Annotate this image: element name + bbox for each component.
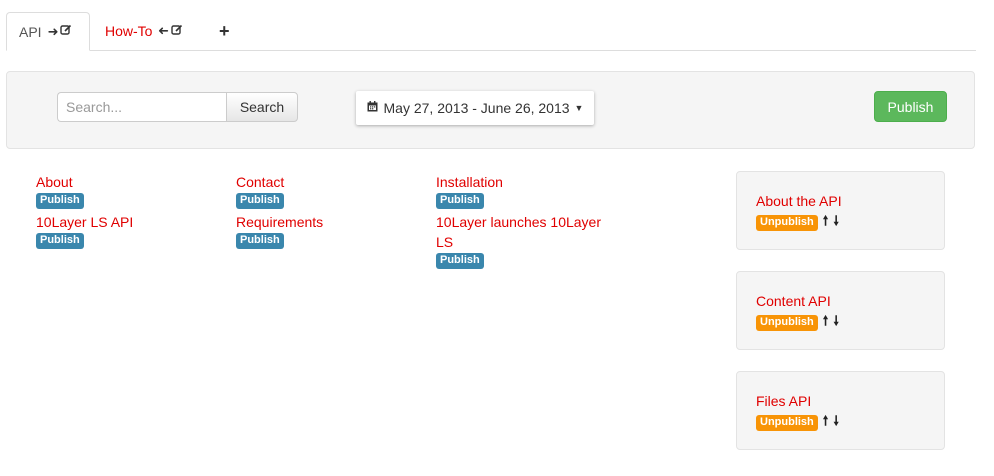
- search-input[interactable]: [57, 92, 226, 122]
- arrow-right-icon[interactable]: ➜: [48, 24, 59, 40]
- search-form: Search: [57, 92, 298, 122]
- date-range-picker[interactable]: May 27, 2013 - June 26, 2013 ▼: [356, 91, 594, 125]
- add-tab-button[interactable]: +: [207, 12, 242, 50]
- page-link[interactable]: About: [36, 172, 226, 192]
- date-range-text: May 27, 2013 - June 26, 2013: [383, 100, 570, 116]
- arrow-down-icon[interactable]: 🠗: [833, 412, 839, 434]
- list-item: 10Layer LS API Publish: [36, 212, 226, 252]
- publish-button[interactable]: Publish: [874, 91, 947, 122]
- tab-api-label: API: [19, 23, 42, 40]
- list-item: 10Layer launches 10Layer LS Publish: [436, 212, 616, 272]
- page-link[interactable]: Files API: [756, 392, 925, 410]
- page-column-3: Installation Publish 10Layer launches 10…: [436, 172, 616, 272]
- page-link[interactable]: Contact: [236, 172, 426, 192]
- calendar-icon: [367, 101, 378, 115]
- unpublish-badge[interactable]: Unpublish: [756, 215, 818, 231]
- tab-api[interactable]: API ➜: [6, 12, 90, 51]
- list-item: Installation Publish: [436, 172, 616, 212]
- arrow-left-icon[interactable]: ➜: [158, 23, 169, 39]
- page-column-2: Contact Publish Requirements Publish: [236, 172, 426, 252]
- edit-icon[interactable]: [171, 24, 183, 39]
- tab-how-to[interactable]: How-To ➜: [93, 12, 195, 50]
- list-item: Contact Publish: [236, 172, 426, 212]
- publish-badge[interactable]: Publish: [36, 233, 84, 249]
- publish-badge[interactable]: Publish: [236, 193, 284, 209]
- panel-actions: Unpublish 🠕 🠗: [756, 312, 925, 334]
- unpublish-badge[interactable]: Unpublish: [756, 415, 818, 431]
- published-page-panel: Content API Unpublish 🠕 🠗: [736, 271, 945, 350]
- page-link[interactable]: About the API: [756, 192, 925, 210]
- publish-badge[interactable]: Publish: [436, 193, 484, 209]
- search-button[interactable]: Search: [226, 92, 298, 122]
- arrow-up-icon[interactable]: 🠕: [823, 312, 829, 334]
- page-link[interactable]: Installation: [436, 172, 616, 192]
- arrow-down-icon[interactable]: 🠗: [833, 212, 839, 234]
- plus-icon: +: [219, 20, 230, 41]
- page-link[interactable]: Content API: [756, 292, 925, 310]
- unpublish-badge[interactable]: Unpublish: [756, 315, 818, 331]
- page-link[interactable]: 10Layer LS API: [36, 212, 226, 232]
- panel-actions: Unpublish 🠕 🠗: [756, 212, 925, 234]
- page-link[interactable]: Requirements: [236, 212, 426, 232]
- publish-badge[interactable]: Publish: [436, 253, 484, 269]
- toolbar: Search May 27, 2013 - June 26, 2013 ▼ Pu…: [6, 71, 975, 149]
- publish-badge[interactable]: Publish: [236, 233, 284, 249]
- caret-down-icon: ▼: [574, 103, 584, 113]
- arrow-up-icon[interactable]: 🠕: [823, 212, 829, 234]
- page-tabs: API ➜ How-To ➜ +: [6, 12, 976, 51]
- panel-actions: Unpublish 🠕 🠗: [756, 412, 925, 434]
- page-link[interactable]: 10Layer launches 10Layer LS: [436, 212, 616, 252]
- arrow-up-icon[interactable]: 🠕: [823, 412, 829, 434]
- published-page-panel: About the API Unpublish 🠕 🠗: [736, 171, 945, 250]
- published-page-panel: Files API Unpublish 🠕 🠗: [736, 371, 945, 450]
- tab-how-to-label: How-To: [105, 23, 153, 39]
- publish-badge[interactable]: Publish: [36, 193, 84, 209]
- page-column-1: About Publish 10Layer LS API Publish: [36, 172, 226, 252]
- list-item: Requirements Publish: [236, 212, 426, 252]
- list-item: About Publish: [36, 172, 226, 212]
- arrow-down-icon[interactable]: 🠗: [833, 312, 839, 334]
- edit-icon[interactable]: [60, 24, 72, 39]
